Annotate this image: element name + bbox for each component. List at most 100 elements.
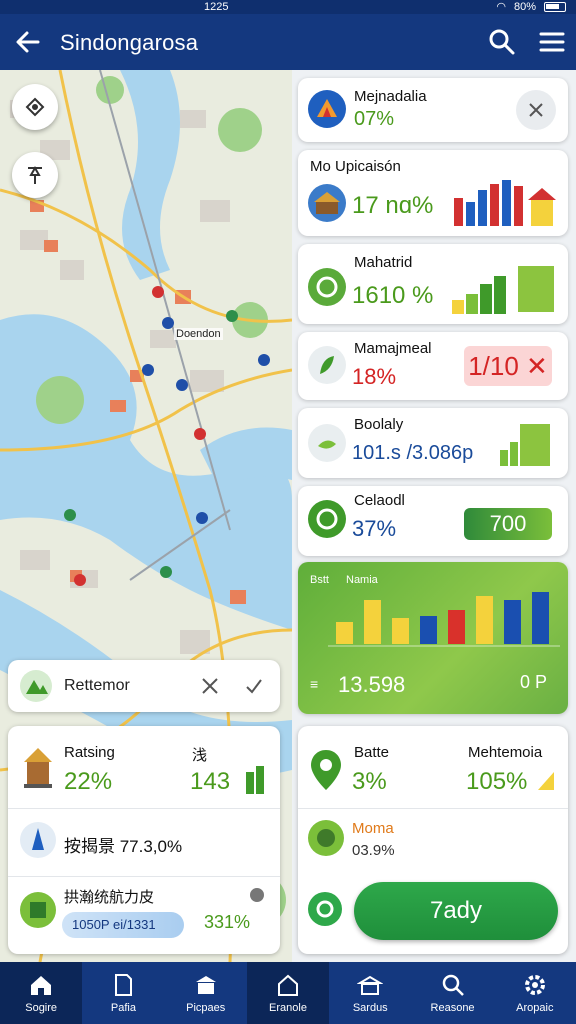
search-icon xyxy=(442,974,464,996)
back-arrow-icon[interactable] xyxy=(12,26,44,58)
check-icon[interactable] xyxy=(244,676,264,696)
right-right-value: 105% xyxy=(466,768,528,795)
card-celaodl[interactable]: Celaodl 37% 700 xyxy=(298,486,568,556)
app-bar: Sindongarosa xyxy=(0,14,576,70)
mini-bar-chart xyxy=(500,424,550,466)
right-left-value: 3% xyxy=(352,768,387,795)
park-icon xyxy=(20,892,56,928)
card-title: Mamajmeal xyxy=(354,340,432,357)
document-icon xyxy=(115,974,133,996)
row1-right-value: 143 xyxy=(190,768,231,795)
app-title: Sindongarosa xyxy=(60,30,199,55)
chart-bar xyxy=(504,600,521,644)
search-icon[interactable] xyxy=(486,26,518,58)
chart-bar xyxy=(476,596,493,644)
row1-value: 22% xyxy=(64,768,113,795)
card-boolaly[interactable]: Boolaly 101.s /3.086p xyxy=(298,408,568,478)
plant-icon xyxy=(308,424,346,462)
mini-bar-chart xyxy=(452,266,554,314)
card-value: 101.s /3.086p xyxy=(352,442,474,464)
nav-item-sardus[interactable]: Sardus xyxy=(329,962,411,1024)
chart-side-value: 0 P xyxy=(520,672,548,692)
card-mejnadalia[interactable]: Mejnadalia 07% xyxy=(298,78,568,142)
battery-icon xyxy=(544,2,566,12)
landmark-icon xyxy=(308,184,346,222)
nav-label: Eranole xyxy=(269,1002,307,1014)
chart-bar xyxy=(364,600,381,644)
tower-icon xyxy=(20,822,56,858)
value-badge: 700 xyxy=(464,508,552,540)
list-icon: ≡ xyxy=(310,676,319,692)
search-label: Rettemor xyxy=(64,677,130,694)
info-icon[interactable] xyxy=(250,888,264,902)
card-mamajmeal[interactable]: Mamajmeal 18% 1/10 ✕ xyxy=(298,332,568,400)
wifi-icon: ◠ xyxy=(496,1,506,13)
left-stats-panel: Ratsing 22% 浅 143 按揭景 77.3,0% 拱瀚统航力皮 105… xyxy=(8,726,280,954)
close-icon xyxy=(529,103,543,117)
cycle-icon xyxy=(308,500,346,538)
tent-icon xyxy=(308,90,346,128)
building-icon xyxy=(246,766,264,794)
trend-icon xyxy=(538,772,554,790)
card-value: 17 nɑ% xyxy=(352,192,434,219)
go-icon[interactable] xyxy=(308,892,342,926)
ready-button[interactable]: 7ady xyxy=(354,882,558,940)
row2-text: 按揭景 77.3,0% xyxy=(64,837,183,856)
nav-label: Picpaes xyxy=(186,1002,226,1014)
layers-button[interactable] xyxy=(12,84,58,130)
right-left-title: Batte xyxy=(354,744,390,761)
card-value: 18% xyxy=(352,364,397,389)
pin-button[interactable] xyxy=(12,152,58,198)
chart-bar xyxy=(336,622,353,644)
bar-chart-card[interactable]: Bstt Namia 13.598 0 P ≡ xyxy=(298,562,568,714)
nav-item-reasone[interactable]: Reasone xyxy=(411,962,493,1024)
refresh-icon xyxy=(308,268,346,306)
divider xyxy=(298,808,568,809)
map-pin-icon xyxy=(28,165,42,184)
nav-label: Sardus xyxy=(352,1002,388,1014)
status-badge: 1/10 ✕ xyxy=(464,346,552,386)
chart-bar xyxy=(448,610,465,644)
row3-title: 拱瀚统航力皮 xyxy=(64,889,155,906)
leaf-icon xyxy=(308,346,346,384)
nav-item-picpaes[interactable]: Picpaes xyxy=(165,962,247,1024)
nav-label: Sogire xyxy=(25,1002,58,1014)
building-icon xyxy=(357,975,384,995)
chart-total: 13.598 xyxy=(338,672,406,697)
nav-item-pafia[interactable]: Pafia xyxy=(82,962,164,1024)
card-value: 1610 % xyxy=(352,282,434,309)
status-time: 1225 xyxy=(204,1,229,13)
card-title: Boolaly xyxy=(354,416,404,433)
card-value: 37% xyxy=(352,516,397,541)
location-search-bar[interactable]: Rettemor xyxy=(8,660,280,712)
card-upicaison[interactable]: Mo Upicaisón 17 nɑ% xyxy=(298,150,568,236)
status-bar: 1225 ◠ 80% xyxy=(0,0,576,14)
mountain-icon xyxy=(20,670,52,702)
bottom-nav: Sogire Pafia Picpaes Eranole Sardus Reas… xyxy=(0,962,576,1024)
row1-title: Ratsing xyxy=(64,744,115,761)
row2-title: Moma xyxy=(352,820,394,837)
chart-bar xyxy=(392,618,409,644)
menu-icon[interactable] xyxy=(536,26,568,58)
home-icon xyxy=(31,976,52,995)
row1-right-title: 浅 xyxy=(192,747,208,764)
progress-pill: 1050P ei/1331 xyxy=(62,912,184,938)
card-mahatrid[interactable]: Mahatrid 1610 % xyxy=(298,244,568,324)
nav-label: Pafia xyxy=(110,1002,136,1014)
divider xyxy=(8,808,280,809)
mini-bar-chart xyxy=(454,180,556,226)
location-pin-icon xyxy=(311,750,341,790)
close-icon[interactable] xyxy=(200,676,220,696)
card-title: Mejnadalia xyxy=(354,88,427,105)
nav-item-eranole[interactable]: Eranole xyxy=(246,962,330,1024)
nav-item-aropaic[interactable]: Aropaic xyxy=(494,962,576,1024)
close-button[interactable] xyxy=(516,90,556,130)
nav-item-sogire[interactable]: Sogire xyxy=(0,962,83,1024)
nav-label: Reasone xyxy=(430,1002,475,1014)
map-place-label: Doendon xyxy=(174,328,223,340)
row3-value: 331% xyxy=(204,912,251,932)
settings-icon xyxy=(524,975,545,995)
card-title: Mo Upicaisón xyxy=(310,158,401,175)
store-icon xyxy=(195,976,216,994)
right-right-title: Mehtemoia xyxy=(468,744,543,761)
